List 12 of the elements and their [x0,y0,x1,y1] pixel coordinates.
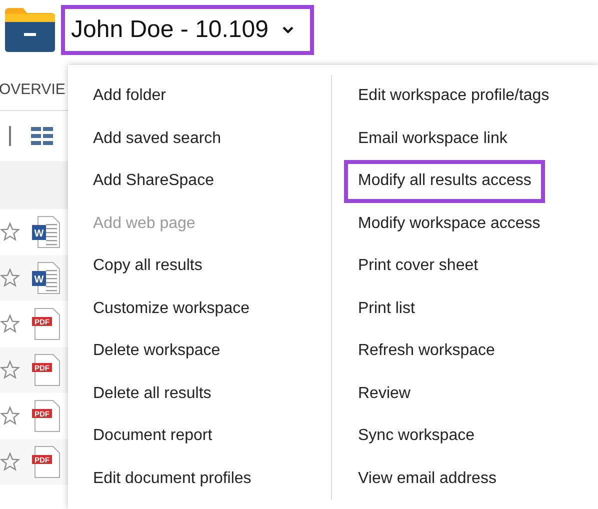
star-icon[interactable] [0,314,20,334]
star-icon[interactable] [0,360,20,380]
star-icon[interactable] [0,406,20,426]
workspace-title-dropdown[interactable]: John Doe - 10.109 [61,5,314,55]
chevron-down-icon [282,26,294,34]
grid-view-icon[interactable] [31,127,53,145]
tab[interactable]: OVERVIE [0,75,66,110]
folder-icon [5,8,55,52]
star-icon[interactable] [0,222,20,242]
star-icon[interactable] [0,268,20,288]
menu-item[interactable]: Modify all results access [344,160,546,202]
star-icon[interactable] [0,452,20,472]
